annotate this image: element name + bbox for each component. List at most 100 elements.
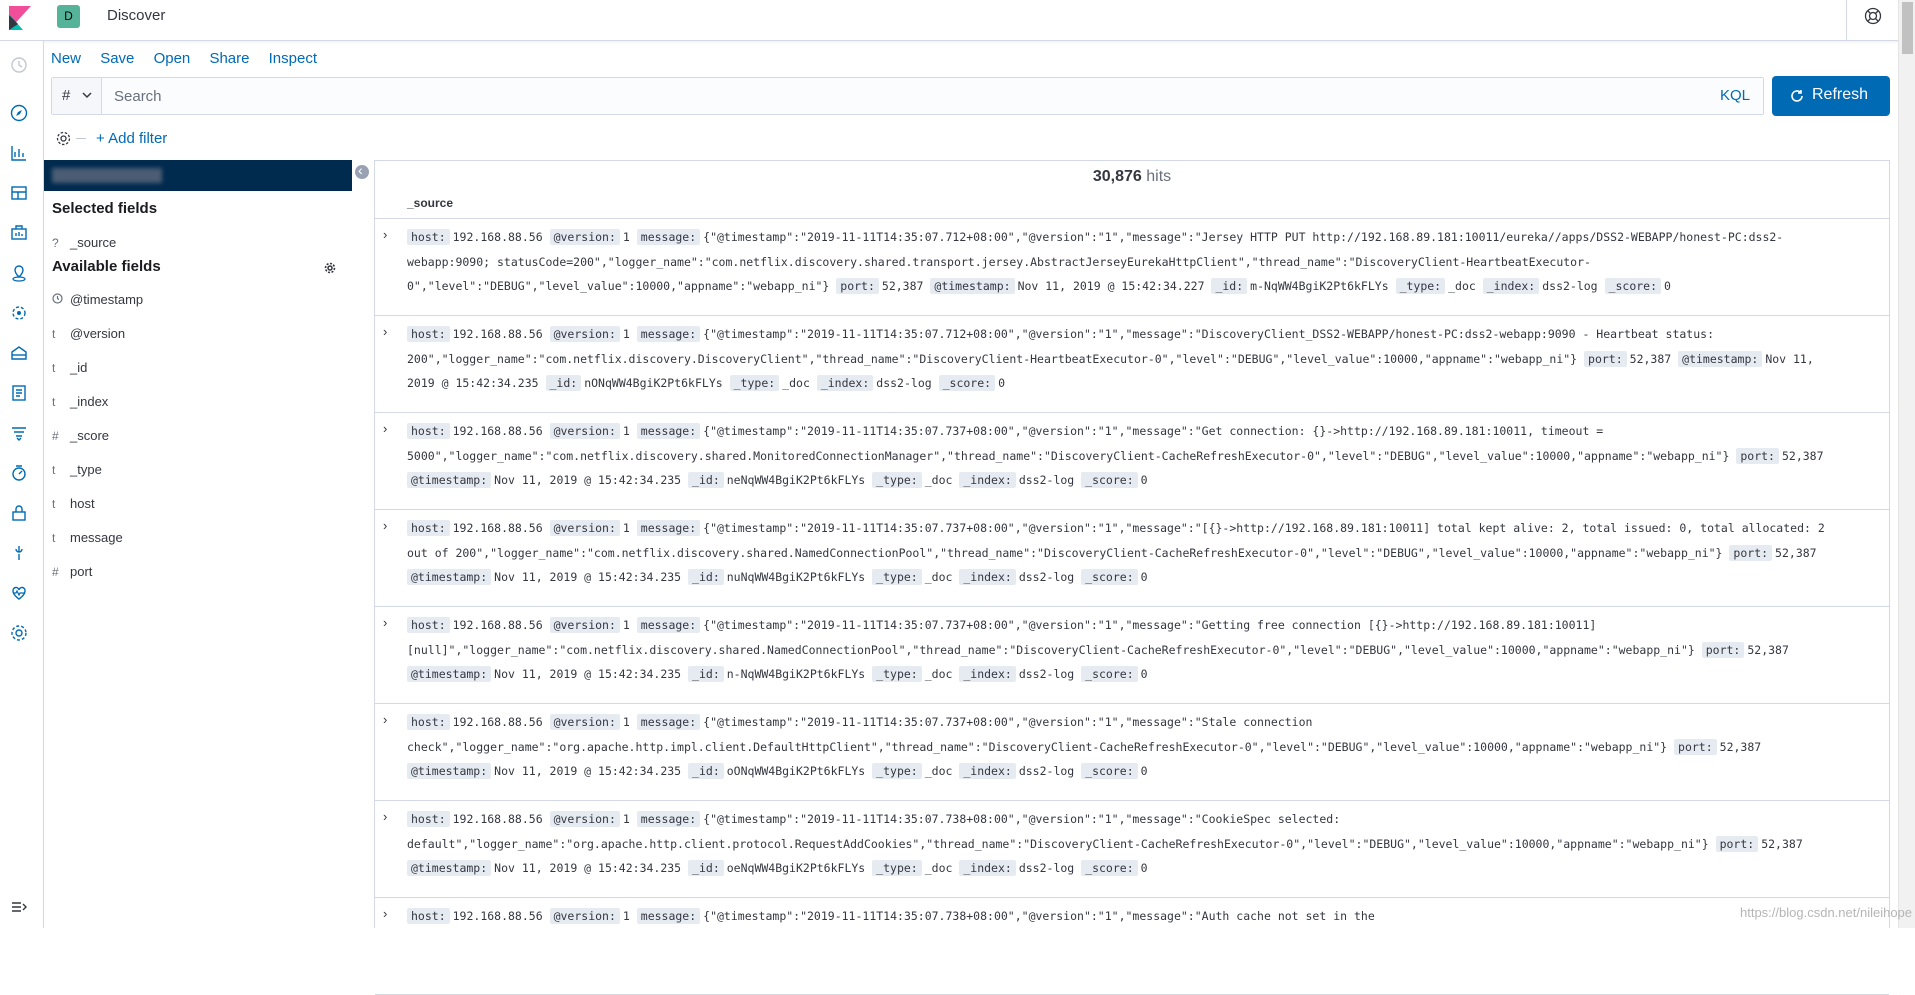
field-key-label: port: — [836, 278, 879, 294]
kibana-logo-icon[interactable] — [9, 6, 31, 30]
field-value: 1 — [622, 521, 630, 535]
page-scrollbar[interactable] — [1898, 0, 1915, 928]
collapse-sidebar-icon[interactable] — [355, 162, 369, 179]
logs-icon[interactable] — [9, 383, 29, 403]
field-value: 0","level":"DEBUG","level_value":10000,"… — [407, 279, 830, 293]
field-item[interactable]: t @version — [52, 326, 125, 346]
search-input[interactable] — [114, 86, 1614, 106]
scrollbar-thumb[interactable] — [1902, 2, 1913, 54]
recently-viewed-clock-icon[interactable] — [9, 55, 29, 75]
field-item[interactable]: ? _source — [52, 235, 116, 255]
expand-row-chevron-icon[interactable]: › — [383, 809, 387, 824]
field-key-label: _score: — [1081, 472, 1138, 488]
field-key-label: _index: — [959, 472, 1016, 488]
refresh-button[interactable]: Refresh — [1772, 76, 1890, 116]
document-line: [null]","logger_name":"com.netflix.disco… — [407, 638, 1867, 663]
space-avatar[interactable]: D — [57, 5, 80, 28]
dev-tools-icon[interactable] — [9, 543, 29, 563]
dock-navigation-icon[interactable] — [9, 897, 29, 917]
discover-compass-icon[interactable] — [9, 103, 29, 123]
field-type-indicator: t — [52, 395, 56, 409]
field-key-label: port: — [1701, 641, 1745, 658]
table-row: › host: 192.168.88.56 @version: 1 message:{… — [375, 801, 1889, 898]
field-value: Nov 11, 2019 @ 15:42:34.227 — [1017, 279, 1205, 293]
field-value: oONqWW4BgiK2Pt6kFLYs — [726, 764, 866, 778]
document-line: host: 192.168.88.56 @version: 1 message: {"… — [407, 613, 1867, 638]
document-line: check","logger_name":"org.apache.http.im… — [407, 735, 1867, 760]
field-key-label: _id: — [545, 375, 582, 391]
field-item[interactable]: t host — [52, 496, 95, 516]
field-key-label: _index: — [1482, 278, 1540, 294]
stack-monitoring-heart-icon[interactable] — [9, 583, 29, 603]
table-row: › host: 192.168.88.56 @version: 1 message:{… — [375, 316, 1889, 413]
query-bar: # KQL — [51, 77, 1764, 115]
query-language-switcher[interactable]: # — [52, 78, 102, 114]
field-value: m-NqWW4BgiK2Pt6kFLYs — [1250, 279, 1389, 293]
filter-settings-gear-icon[interactable] — [55, 130, 72, 147]
apm-icon[interactable] — [9, 423, 29, 443]
index-pattern-selector[interactable] — [44, 160, 352, 191]
add-filter-button[interactable]: + Add filter — [96, 130, 167, 147]
field-value: 52,387 — [1775, 545, 1817, 560]
field-item[interactable]: # _score — [52, 428, 109, 448]
expand-row-chevron-icon[interactable]: › — [383, 906, 387, 921]
field-item[interactable]: t _id — [52, 360, 87, 380]
expand-row-chevron-icon[interactable]: › — [383, 518, 387, 533]
field-key-label: _type: — [729, 375, 780, 391]
field-value: nuNqWW4BgiK2Pt6kFLYs — [726, 570, 866, 584]
inspect-link[interactable]: Inspect — [269, 50, 317, 67]
field-value: 192.168.88.56 — [452, 812, 543, 826]
new-link[interactable]: New — [51, 50, 81, 67]
field-key-label: @version: — [549, 326, 620, 342]
dashboard-icon[interactable] — [9, 183, 29, 203]
field-item[interactable]: @timestamp — [52, 292, 143, 312]
field-item[interactable]: t message — [52, 530, 123, 550]
field-key-label: @timestamp: — [407, 763, 492, 779]
field-key-label: _type: — [1395, 278, 1446, 294]
share-link[interactable]: Share — [209, 50, 249, 67]
field-value: 1 — [622, 618, 630, 632]
expand-row-chevron-icon[interactable]: › — [383, 421, 387, 436]
save-link[interactable]: Save — [100, 50, 134, 67]
field-value: Nov 11, 2019 @ 15:42:34.235 — [494, 764, 682, 778]
siem-lock-icon[interactable] — [9, 503, 29, 523]
help-icon[interactable] — [1864, 7, 1882, 25]
field-key-label: _score: — [1081, 763, 1138, 779]
open-link[interactable]: Open — [154, 50, 191, 67]
field-item[interactable]: t _index — [52, 394, 108, 414]
field-item[interactable]: # port — [52, 564, 92, 584]
field-item[interactable]: t _type — [52, 462, 102, 482]
field-key-label: _index: — [959, 666, 1016, 682]
infrastructure-icon[interactable] — [9, 343, 29, 363]
field-value: dss2-log — [1018, 861, 1075, 875]
field-key-label: _type: — [872, 763, 922, 779]
field-value: {"@timestamp":"2019-11-11T14:35:07.737+0… — [703, 618, 1597, 632]
visualize-chart-icon[interactable] — [9, 143, 29, 163]
field-value: 0 — [1140, 473, 1148, 487]
field-value: 0 — [1140, 667, 1148, 681]
machine-learning-icon[interactable] — [9, 303, 29, 323]
maps-icon[interactable] — [9, 263, 29, 283]
document-line: webapp:9090; statusCode=200","logger_nam… — [407, 250, 1867, 275]
field-value: 1 — [622, 424, 630, 438]
field-key-label: host: — [407, 520, 450, 536]
field-value: 52,387 — [1719, 739, 1762, 754]
expand-row-chevron-icon[interactable]: › — [383, 324, 387, 339]
field-filter-gear-icon[interactable] — [324, 262, 336, 274]
field-key-label: _id: — [688, 472, 724, 488]
field-key-label: _index: — [816, 375, 874, 391]
field-key-label: @version: — [549, 617, 620, 633]
field-value: 0 — [998, 376, 1006, 390]
uptime-icon[interactable] — [9, 463, 29, 483]
selected-fields-title: Selected fields — [52, 200, 158, 217]
canvas-icon[interactable] — [9, 223, 29, 243]
management-gear-icon[interactable] — [9, 623, 29, 643]
field-value: nONqWW4BgiK2Pt6kFLYs — [584, 376, 723, 390]
kql-toggle[interactable]: KQL — [1720, 87, 1750, 104]
refresh-label: Refresh — [1812, 86, 1869, 103]
expand-row-chevron-icon[interactable]: › — [383, 615, 387, 630]
source-column-header: _source — [407, 196, 454, 210]
field-value: _doc — [924, 861, 953, 875]
expand-row-chevron-icon[interactable]: › — [383, 712, 387, 727]
expand-row-chevron-icon[interactable]: › — [383, 227, 387, 242]
